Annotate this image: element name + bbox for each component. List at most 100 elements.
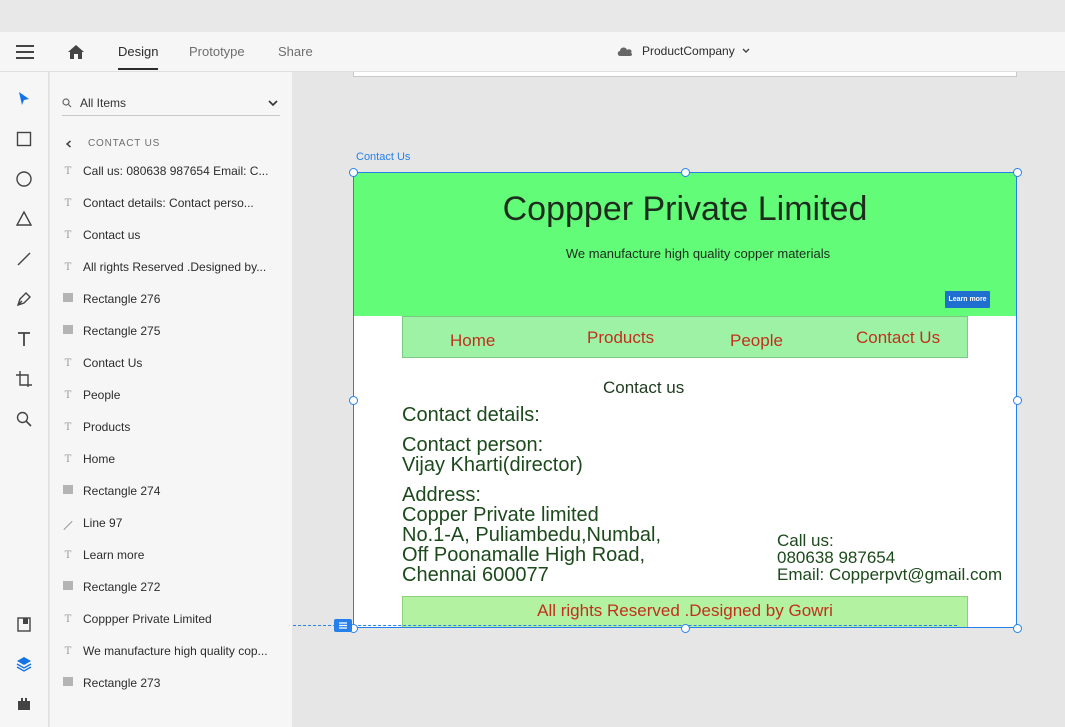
text-layer-icon: T [64,549,72,561]
layer-item[interactable]: T We manufacture high quality cop... [62,641,284,661]
artboard-menu-icon[interactable] [334,619,352,632]
nav-products[interactable]: Products [587,328,654,348]
contact-person-label[interactable]: Contact person: [402,435,543,455]
ellipse-tool-icon[interactable] [15,170,33,188]
company-title[interactable]: Coppper Private Limited [353,190,1017,229]
layers-panel-icon[interactable] [15,655,33,673]
layers-back-button[interactable]: CONTACT US [64,138,160,149]
rectangle-layer-icon [62,293,74,305]
text-tool-icon[interactable] [15,330,33,348]
rectangle-layer-icon [62,677,74,689]
layers-group-name: CONTACT US [88,138,161,149]
nav-bar[interactable]: Home Products People Contact Us [402,316,968,358]
layer-item-label: Rectangle 274 [83,484,161,498]
contact-details-label[interactable]: Contact details: [402,405,540,425]
layer-item-label: Contact us [83,228,141,242]
layer-item[interactable]: T Home [62,449,284,469]
layer-item[interactable]: T Contact us [62,225,284,245]
contact-heading[interactable]: Contact us [603,378,684,398]
cloud-icon [617,47,633,56]
layer-item[interactable]: T Contact Us [62,353,284,373]
layer-item[interactable]: Rectangle 274 [62,481,284,501]
zoom-tool-icon[interactable] [15,410,33,428]
polygon-tool-icon[interactable] [15,210,33,228]
address-line[interactable]: Off Poonamalle High Road, [402,545,645,565]
company-tagline[interactable]: We manufacture high quality copper mater… [353,246,1043,261]
layer-item[interactable]: Line 97 [62,513,284,533]
design-canvas[interactable]: Contact Us Coppper Private Limited We ma… [293,72,1065,727]
call-us-label: Call us: [777,531,834,550]
chevron-down-icon[interactable] [268,98,278,108]
rectangle-layer-icon [62,325,74,337]
hamburger-menu-icon[interactable] [16,45,34,59]
resize-handle[interactable] [349,168,358,177]
previous-artboard[interactable] [353,72,1017,77]
layer-item[interactable]: T Call us: 080638 987654 Email: C... [62,161,284,181]
text-layer-icon: T [64,421,72,433]
home-icon[interactable] [66,42,86,62]
resize-handle[interactable] [349,396,358,405]
artboard-contact-us[interactable]: Coppper Private Limited We manufacture h… [353,172,1017,628]
line-layer-icon [62,518,74,530]
document-title[interactable]: ProductCompany [616,44,751,58]
layer-item[interactable]: Rectangle 272 [62,577,284,597]
resize-handle[interactable] [681,624,690,633]
nav-people[interactable]: People [730,331,783,351]
layer-item-label: People [83,388,121,402]
call-us-block[interactable]: Call us: 080638 987654 Email: Copperpvt@… [777,532,1002,583]
layer-item[interactable]: Rectangle 273 [62,673,284,693]
address-label[interactable]: Address: [402,485,481,505]
layer-item[interactable]: T Learn more [62,545,284,565]
assets-panel-icon[interactable] [15,615,33,633]
layer-item[interactable]: Rectangle 276 [62,289,284,309]
layer-item-label: Rectangle 273 [83,676,161,690]
tab-share[interactable]: Share [278,44,313,59]
tab-prototype[interactable]: Prototype [189,44,245,59]
learn-more-button[interactable]: Learn more [945,291,990,308]
pen-tool-icon[interactable] [15,290,33,308]
contact-person-name[interactable]: Vijay Kharti(director) [402,455,583,475]
text-layer-icon: T [64,357,72,369]
artboard-tool-icon[interactable] [15,370,33,388]
nav-contact-us[interactable]: Contact Us [856,328,940,348]
resize-handle[interactable] [1013,396,1022,405]
layer-item-label: Contact Us [83,356,143,370]
rectangle-layer-icon [62,485,74,497]
resize-handle[interactable] [681,168,690,177]
layer-item[interactable]: Rectangle 275 [62,321,284,341]
text-layer-icon: T [64,197,72,209]
search-icon [62,97,72,107]
artboard-edge-guide [293,625,957,626]
layer-item[interactable]: T Products [62,417,284,437]
layer-item[interactable]: T People [62,385,284,405]
address-line[interactable]: Copper Private limited [402,505,599,525]
rectangle-tool-icon[interactable] [15,130,33,148]
layer-item-label: Home [83,452,116,466]
tools-toolbar [0,72,49,727]
layer-item-label: We manufacture high quality cop... [83,644,268,658]
resize-handle[interactable] [1013,168,1022,177]
layer-item-label: Contact details: Contact perso... [83,196,254,210]
text-layer-icon: T [64,165,72,177]
plugins-icon[interactable] [15,695,33,713]
address-line[interactable]: No.1-A, Puliambedu,Numbal, [402,525,661,545]
layer-item[interactable]: T All rights Reserved .Designed by... [62,257,284,277]
resize-handle[interactable] [1013,624,1022,633]
nav-home[interactable]: Home [450,331,495,351]
line-tool-icon[interactable] [15,250,33,268]
layer-item-label: All rights Reserved .Designed by... [83,260,267,274]
header-banner[interactable]: Coppper Private Limited We manufacture h… [353,172,1017,316]
rectangle-layer-icon [62,581,74,593]
layer-item[interactable]: T Contact details: Contact perso... [62,193,284,213]
layer-item[interactable]: T Coppper Private Limited [62,609,284,629]
address-line[interactable]: Chennai 600077 [402,565,549,585]
text-layer-icon: T [64,613,72,625]
layers-filter-value: All Items [80,95,127,110]
document-name: ProductCompany [642,44,735,58]
tab-design[interactable]: Design [118,44,159,70]
text-layer-icon: T [64,229,72,241]
select-tool-icon[interactable] [15,90,33,108]
artboard-name[interactable]: Contact Us [356,151,410,163]
layers-filter[interactable]: All Items [62,90,280,116]
layer-item-label: Rectangle 275 [83,324,161,338]
